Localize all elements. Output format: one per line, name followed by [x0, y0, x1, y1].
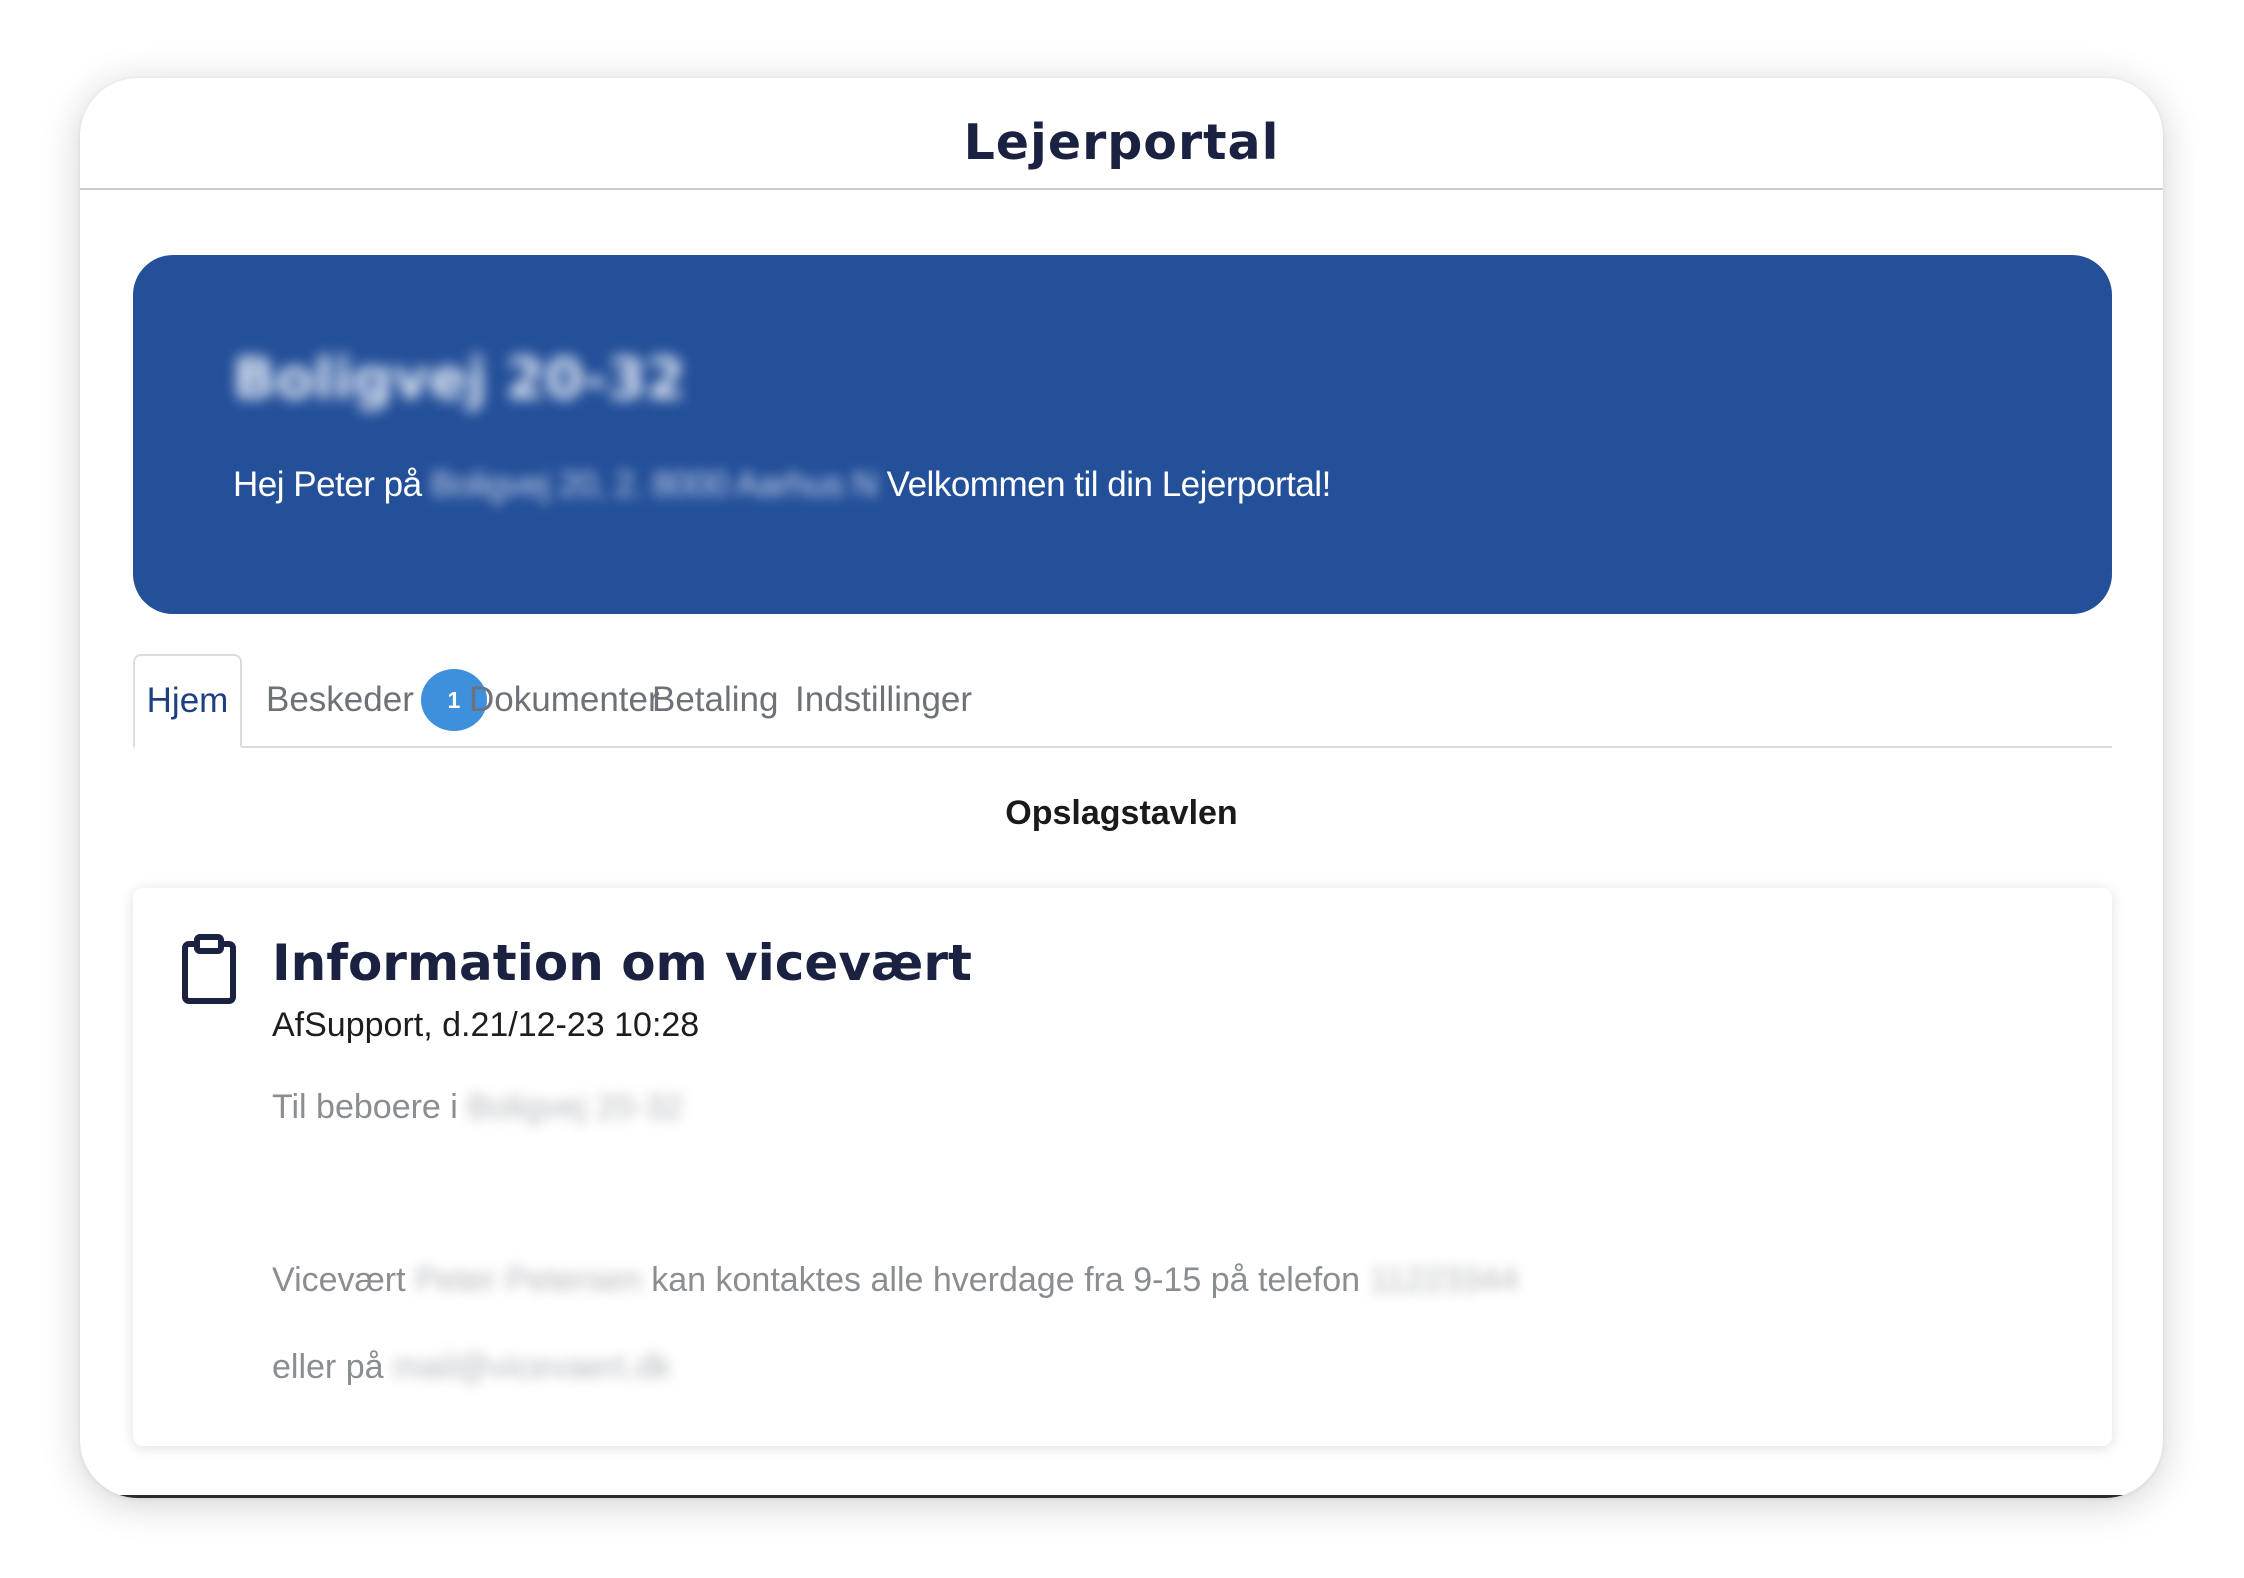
welcome-message: Hej Peter på Boligvej 20, 2. 8000 Aarhus… — [233, 465, 1331, 505]
tab-label: Hjem — [146, 681, 229, 720]
greeting-suffix: Velkommen til din Lejerportal! — [886, 465, 1332, 504]
post-meta: AfSupport, d.21/12-23 10:28 — [272, 1006, 700, 1044]
greeting-prefix: Hej Peter på — [233, 465, 422, 504]
post-text: Vicevært — [272, 1261, 406, 1299]
header: Lejerportal — [80, 78, 2163, 190]
post-text: Til beboere i — [272, 1088, 458, 1126]
bulletin-board-title: Opslagstavlen — [1005, 794, 1238, 832]
bulletin-post[interactable]: Information om vicevært AfSupport, d.21/… — [133, 888, 2112, 1446]
tab-label: Dokumenter — [469, 680, 660, 719]
tab-label: Beskeder — [266, 680, 414, 719]
tab-bar: Hjem Beskeder 1 Dokumenter Betaling Inds… — [133, 654, 2112, 748]
property-name: Boligvej 20-32 — [233, 347, 685, 412]
post-line: Til beboere i Boligvej 20-32 — [272, 1088, 683, 1127]
post-text: eller på — [272, 1348, 384, 1386]
post-line: eller på mail@vicevaert.dk — [272, 1348, 671, 1387]
window-edge — [80, 1495, 2163, 1498]
post-text: kan kontaktes alle hverdage fra 9-15 på … — [651, 1261, 1361, 1299]
tab-dokumenter[interactable]: Dokumenter — [469, 654, 660, 746]
redacted-text: Boligvej 20-32 — [467, 1088, 683, 1126]
portal-window: Lejerportal Boligvej 20-32 Hej Peter på … — [80, 78, 2163, 1498]
tab-hjem[interactable]: Hjem — [133, 654, 242, 748]
tab-betaling[interactable]: Betaling — [652, 654, 778, 746]
tab-beskeder[interactable]: Beskeder 1 — [266, 654, 487, 746]
clipboard-icon — [182, 934, 236, 1004]
tab-label: Betaling — [652, 680, 779, 719]
redacted-name: Peter Petersen — [414, 1261, 642, 1299]
tenant-address: Boligvej 20, 2. 8000 Aarhus N — [430, 465, 878, 504]
welcome-banner: Boligvej 20-32 Hej Peter på Boligvej 20,… — [133, 255, 2112, 614]
post-line: Vicevært Peter Petersen kan kontaktes al… — [272, 1261, 1518, 1300]
redacted-phone: 11223344 — [1369, 1261, 1519, 1299]
tab-label: Indstillinger — [795, 680, 973, 719]
page-title: Lejerportal — [963, 113, 1280, 171]
post-title: Information om vicevært — [272, 934, 972, 992]
redacted-email: mail@vicevaert.dk — [392, 1348, 672, 1386]
tab-indstillinger[interactable]: Indstillinger — [795, 654, 972, 746]
